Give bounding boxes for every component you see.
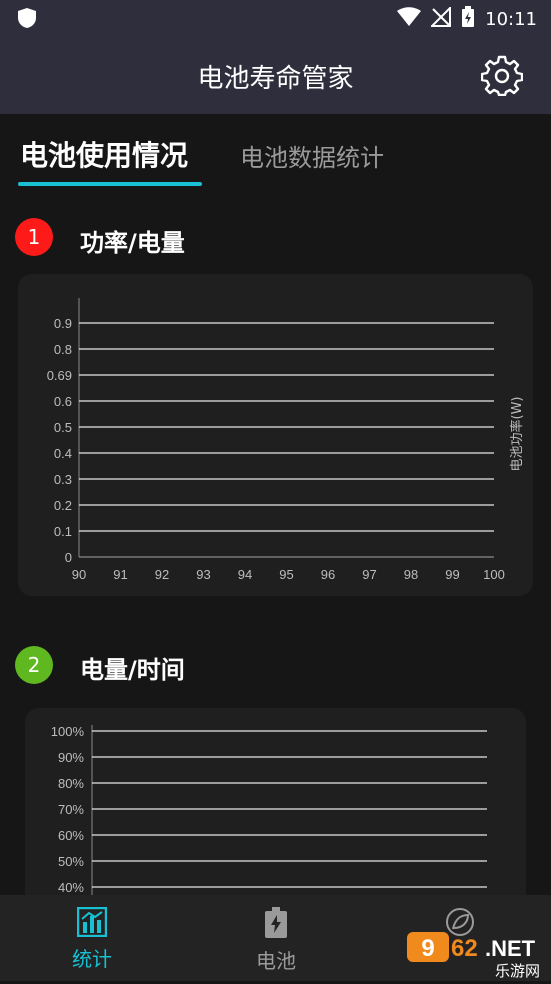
status-time: 10:11	[485, 9, 537, 30]
y-tick-label: 80%	[58, 776, 84, 791]
nav-item-battery[interactable]: 电池	[236, 907, 316, 974]
y-tick-label: 0.3	[54, 472, 72, 487]
y-tick-label: 0.9	[54, 316, 72, 331]
watermark-logo: 9 62 .NET 乐游网	[405, 928, 545, 980]
svg-text:62: 62	[451, 935, 478, 962]
y-tick-label: 0.2	[54, 498, 72, 513]
x-tick-label: 96	[321, 567, 335, 582]
wifi-icon	[397, 7, 422, 32]
section-time-header: 2 电量/时间	[0, 642, 551, 692]
y-tick-label: 0.6	[54, 394, 72, 409]
svg-text:9: 9	[421, 935, 434, 962]
x-tick-label: 93	[196, 567, 210, 582]
x-tick-label: 94	[238, 567, 252, 582]
section-number-badge: 1	[15, 218, 53, 256]
x-tick-label: 95	[279, 567, 293, 582]
x-tick-label: 99	[445, 567, 459, 582]
x-tick-label: 92	[155, 567, 169, 582]
app-bar: 电池寿命管家	[0, 36, 551, 114]
y-tick-label: 70%	[58, 802, 84, 817]
section-number-badge: 2	[15, 646, 53, 684]
y-tick-label: 50%	[58, 854, 84, 869]
y-tick-label: 100%	[51, 724, 85, 739]
power-chart: 0 0.1 0.2 0.3 0.4 0.5 0.6 0.69 0.8 0.9 90 91 92 93 94 9…	[47, 298, 525, 582]
x-tick-label: 91	[113, 567, 127, 582]
battery-charging-icon	[461, 6, 475, 33]
x-tick-label: 90	[72, 567, 86, 582]
no-signal-icon	[429, 5, 452, 32]
y-tick-label: 90%	[58, 750, 84, 765]
shield-icon	[16, 7, 38, 33]
y-tick-label: 0.1	[54, 524, 72, 539]
section-title: 电量/时间	[80, 656, 185, 684]
y-tick-label: 40%	[58, 880, 84, 895]
status-bar: 10:11	[0, 0, 551, 36]
y-tick-label: 0.8	[54, 342, 72, 357]
x-tick-label: 98	[404, 567, 418, 582]
app-title: 电池寿命管家	[197, 64, 354, 94]
tab-bar: 电池使用情况 电池数据统计	[0, 114, 551, 190]
y-tick-label: 0.5	[54, 420, 72, 435]
y-tick-label: 60%	[58, 828, 84, 843]
svg-text:.NET: .NET	[485, 936, 536, 961]
y-tick-label: 0	[65, 550, 72, 565]
nav-label: 电池	[256, 949, 296, 973]
section-title: 功率/电量	[80, 229, 185, 257]
y-axis-label: 电池功率(W)	[509, 397, 525, 472]
y-tick-label: 0.4	[54, 446, 72, 461]
tab-battery-usage[interactable]: 电池使用情况	[20, 134, 188, 174]
chart-card-power: 0 0.1 0.2 0.3 0.4 0.5 0.6 0.69 0.8 0.9 90 91 92 93 94 9…	[18, 274, 533, 596]
chart-card-time: 100% 90% 80% 70% 60% 50% 40%	[25, 708, 526, 908]
battery-time-chart: 100% 90% 80% 70% 60% 50% 40%	[51, 724, 487, 908]
tab-battery-stats[interactable]: 电池数据统计	[240, 138, 384, 173]
section-power-header: 1 功率/电量	[0, 215, 551, 265]
x-tick-label: 97	[362, 567, 376, 582]
nav-item-stats[interactable]: 统计	[52, 906, 132, 972]
tab-active-indicator	[18, 182, 202, 186]
nav-label: 统计	[72, 947, 112, 971]
battery-icon	[236, 907, 316, 943]
settings-gear-icon[interactable]	[480, 54, 524, 97]
x-tick-label: 100	[483, 567, 505, 582]
watermark-subtext: 乐游网	[495, 962, 540, 980]
chart-icon	[52, 906, 132, 941]
y-tick-label: 0.69	[47, 368, 72, 383]
